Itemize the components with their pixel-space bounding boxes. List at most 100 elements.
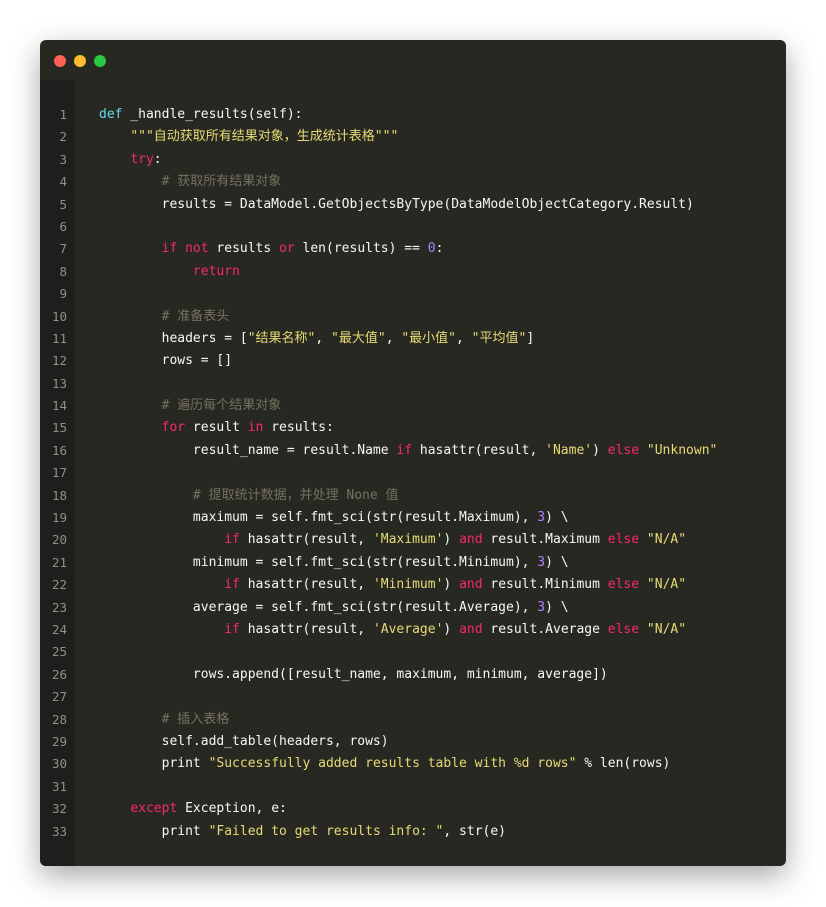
code-line: 27 — [40, 686, 786, 708]
code-text: except Exception, e: — [99, 798, 287, 820]
line-number: 29 — [51, 733, 67, 749]
line-number: 30 — [51, 756, 67, 772]
code-token: if — [224, 532, 240, 548]
line-number: 33 — [51, 823, 67, 839]
line-number: 25 — [51, 644, 67, 660]
line-number: 6 — [59, 218, 67, 234]
code-line: 15 for result in results: — [40, 417, 786, 439]
code-token: and — [459, 532, 483, 548]
code-line: 9 — [40, 283, 786, 305]
code-token: "结果名称" — [247, 330, 316, 346]
line-number: 28 — [51, 711, 67, 727]
minimize-window-dot-icon[interactable] — [74, 55, 86, 67]
code-token: # 获取所有结果对象 — [161, 174, 282, 190]
line-number: 17 — [51, 465, 67, 481]
code-token: in — [247, 420, 264, 436]
code-text: # 提取统计数据，并处理 None 值 — [99, 485, 399, 507]
code-text: self.add_table(headers, rows) — [99, 731, 389, 753]
line-number: 4 — [59, 174, 67, 190]
line-number: 18 — [51, 487, 67, 503]
code-token: hasattr(result, — [412, 442, 546, 458]
code-token: except — [130, 801, 178, 817]
code-line: 32 except Exception, e: — [40, 798, 786, 820]
code-token: if — [161, 241, 178, 257]
code-token: results = DataModel.GetObjectsByType(Dat… — [99, 196, 694, 212]
code-text: print "Successfully added results table … — [99, 753, 671, 775]
close-window-dot-icon[interactable] — [54, 55, 66, 67]
code-token: , — [456, 330, 472, 346]
code-token: , — [385, 330, 402, 346]
window-titlebar — [40, 40, 786, 80]
code-token: hasattr(result, — [239, 577, 373, 593]
code-token: if — [224, 621, 240, 637]
code-text: if not results or len(results) == 0: — [99, 238, 444, 260]
code-token: 3 — [537, 599, 546, 615]
code-text: print "Failed to get results info: ", st… — [99, 821, 506, 843]
line-number: 2 — [59, 129, 67, 145]
code-line: 18 # 提取统计数据，并处理 None 值 — [40, 485, 786, 507]
code-line: 4 # 获取所有结果对象 — [40, 171, 786, 193]
code-text: return — [99, 261, 240, 283]
code-text: # 遍历每个结果对象 — [99, 395, 282, 417]
code-line: 31 — [40, 776, 786, 798]
code-token: results — [208, 241, 280, 257]
code-token: headers = [ — [99, 330, 248, 346]
code-token: try — [130, 151, 154, 167]
code-line: 19 maximum = self.fmt_sci(str(result.Max… — [40, 507, 786, 529]
code-text: if hasattr(result, 'Average') and result… — [99, 619, 686, 641]
code-line: 21 minimum = self.fmt_sci(str(result.Min… — [40, 552, 786, 574]
code-token: print — [99, 823, 209, 839]
maximize-window-dot-icon[interactable] — [94, 55, 106, 67]
code-line: 10 # 准备表头 — [40, 306, 786, 328]
code-token: ) — [443, 621, 460, 637]
code-token: , — [315, 330, 332, 346]
code-line: 5 results = DataModel.GetObjectsByType(D… — [40, 194, 786, 216]
code-token: , str(e) — [443, 823, 507, 839]
code-token: rows.append([result_name, maximum, minim… — [99, 666, 608, 682]
code-line: 12 rows = [] — [40, 350, 786, 372]
code-token: result.Maximum — [482, 532, 608, 548]
code-token: # 遍历每个结果对象 — [161, 398, 282, 414]
code-token: "Failed to get results info: " — [208, 823, 444, 839]
code-token: "最小值" — [401, 330, 456, 346]
code-token: result.Minimum — [482, 577, 608, 593]
code-line: 11 headers = ["结果名称", "最大值", "最小值", "平均值… — [40, 328, 786, 350]
code-token: minimum = self.fmt_sci(str(result.Minimu… — [99, 554, 538, 570]
code-text: rows.append([result_name, maximum, minim… — [99, 664, 608, 686]
code-window: 1 def _handle_results(self): 2 """自动获取所有结果… — [40, 40, 786, 866]
code-text: # 准备表头 — [99, 306, 230, 328]
code-token: # 提取统计数据，并处理 None 值 — [192, 487, 399, 503]
code-token: def — [99, 107, 123, 122]
code-token: and — [459, 621, 483, 637]
code-line: 28 # 插入表格 — [40, 709, 786, 731]
code-token: Exception, e: — [177, 801, 287, 817]
code-token: "最大值" — [331, 330, 386, 346]
code-token: results: — [263, 420, 334, 436]
code-text: maximum = self.fmt_sci(str(result.Maximu… — [99, 507, 569, 529]
line-number: 21 — [51, 554, 67, 570]
code-text: results = DataModel.GetObjectsByType(Dat… — [99, 194, 694, 216]
line-number: 13 — [51, 375, 67, 391]
code-token: print — [99, 756, 209, 772]
line-number: 8 — [59, 263, 67, 279]
line-number: 11 — [51, 330, 67, 346]
code-token: or — [279, 241, 295, 257]
code-token: not — [185, 241, 209, 257]
code-text: minimum = self.fmt_sci(str(result.Minimu… — [99, 552, 569, 574]
code-token: % len(rows) — [576, 756, 671, 772]
code-text: if hasattr(result, 'Maximum') and result… — [99, 529, 686, 551]
code-text: try: — [99, 149, 161, 171]
line-number: 12 — [51, 353, 67, 369]
code-token: : — [435, 241, 444, 257]
